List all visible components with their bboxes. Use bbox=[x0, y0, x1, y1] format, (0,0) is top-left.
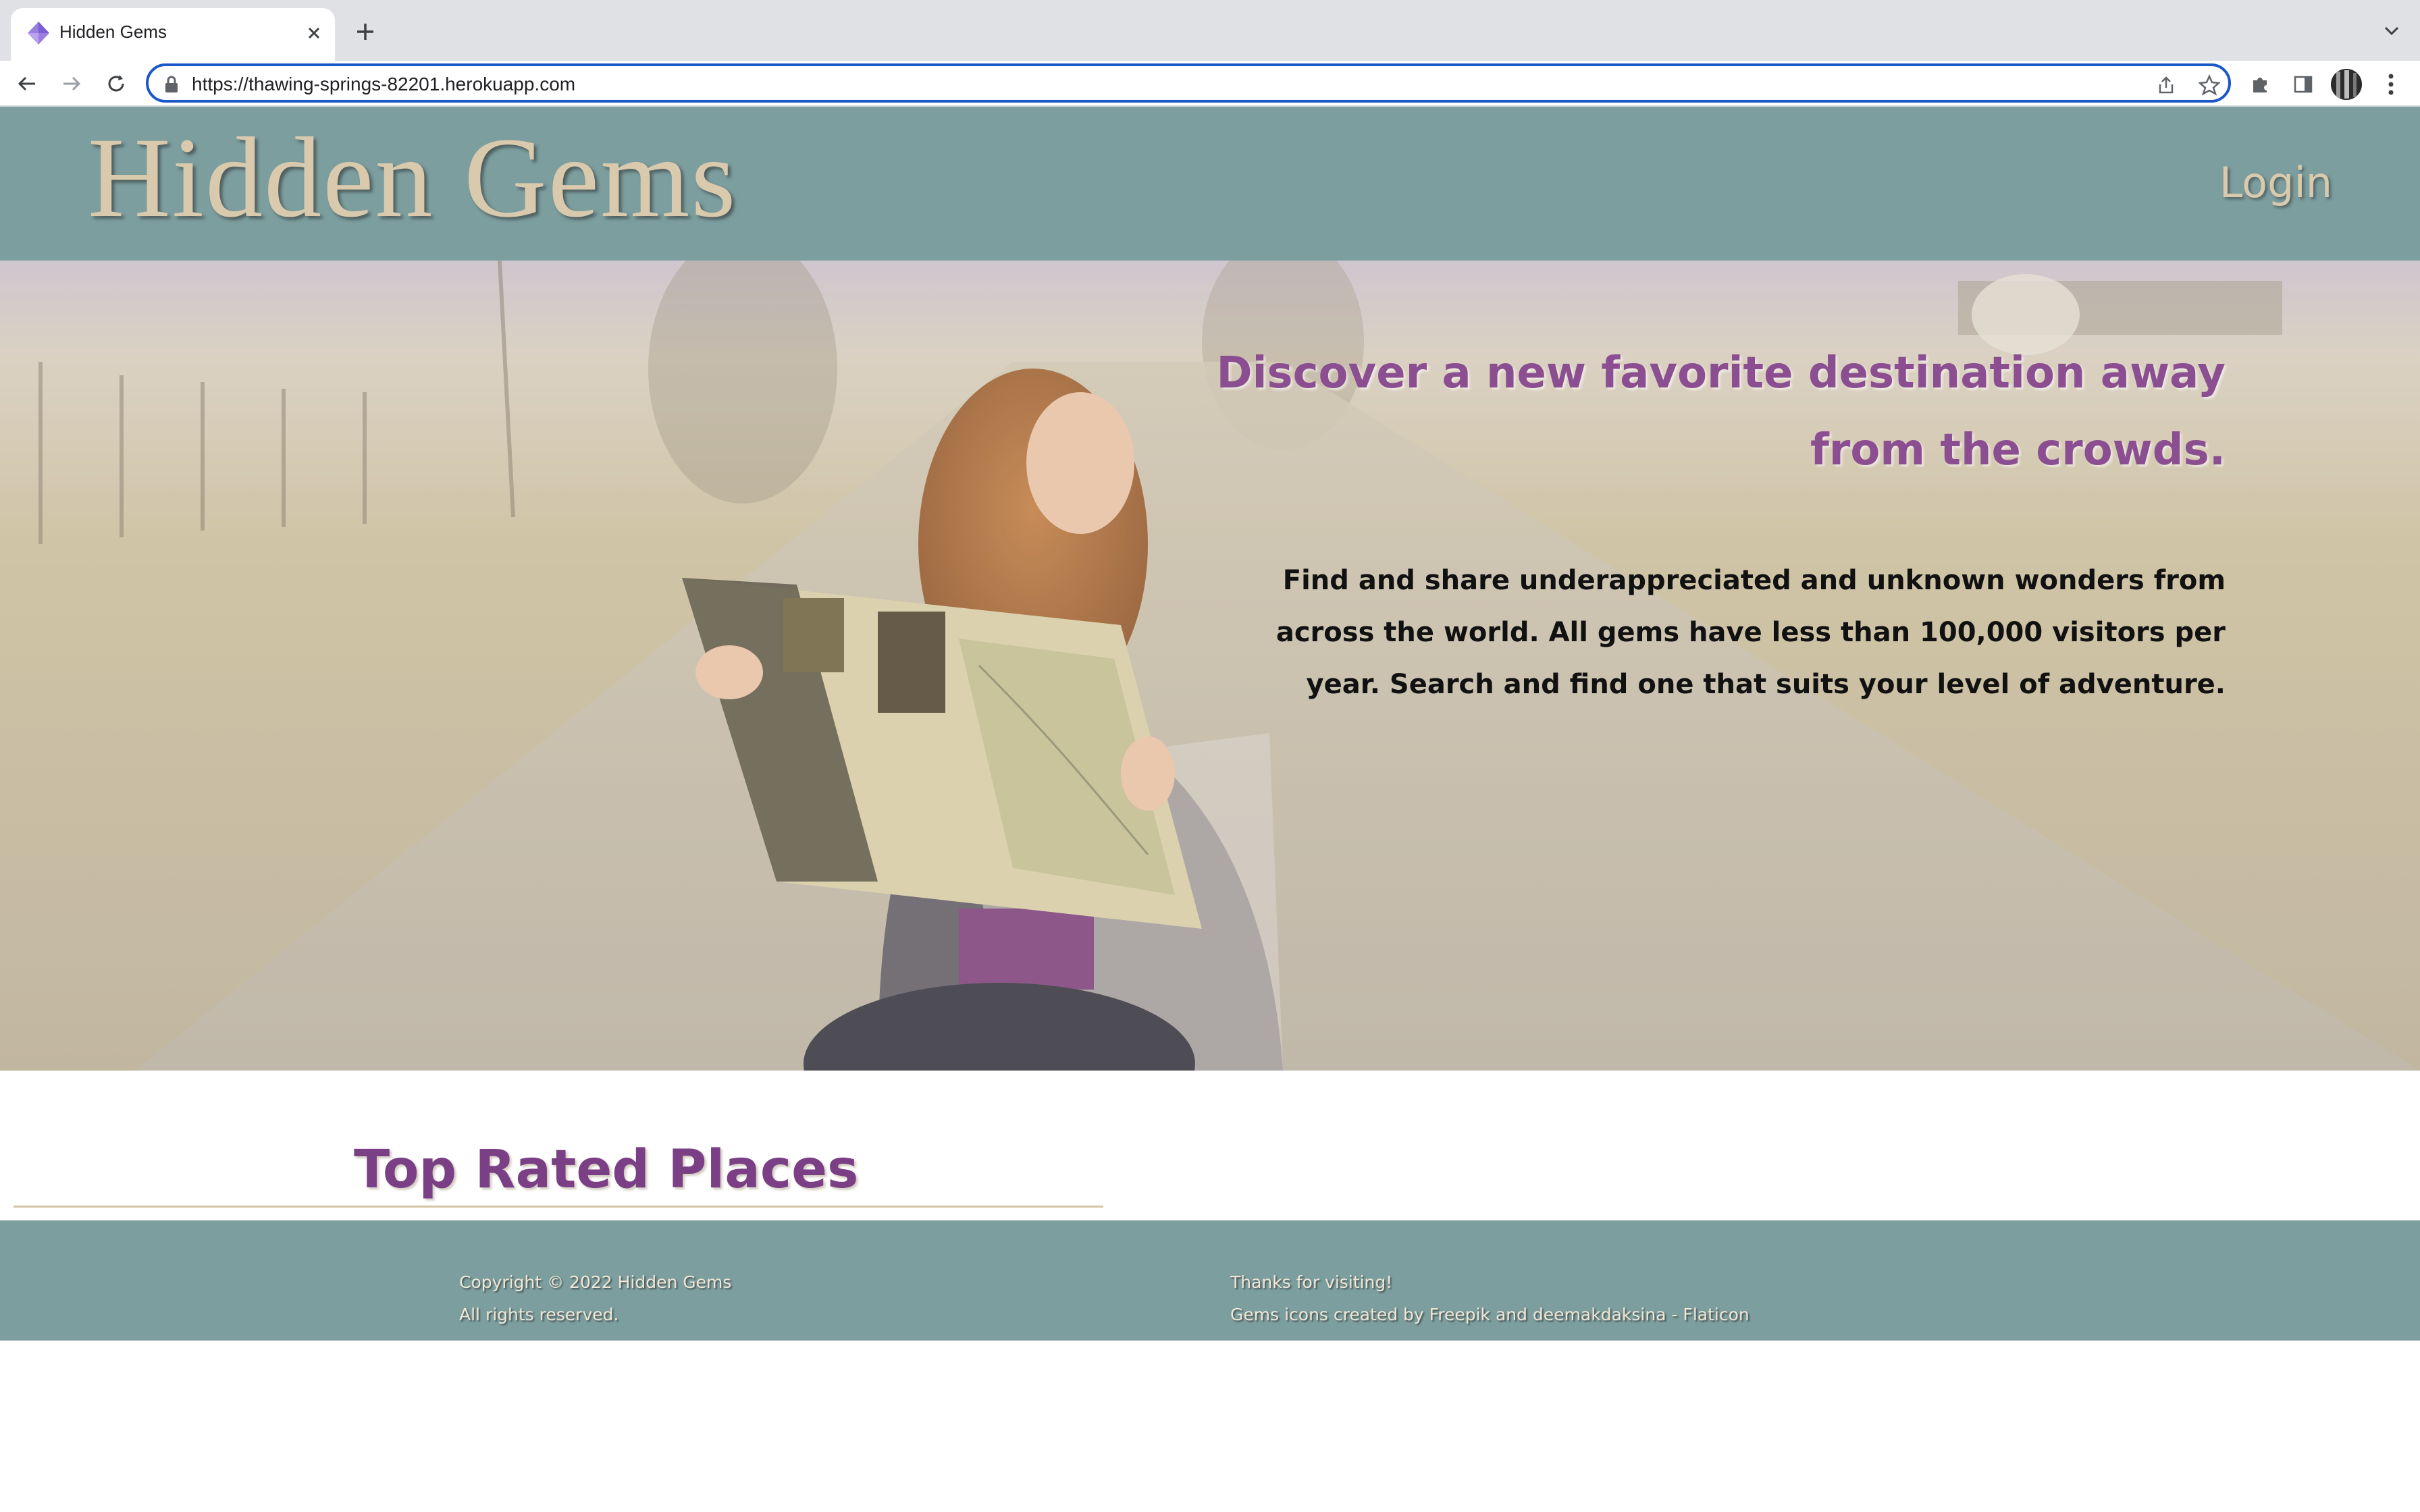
tab-title: Hidden Gems bbox=[59, 22, 167, 42]
footer-copyright-block: Copyright © 2022 Hidden Gems All rights … bbox=[459, 1266, 731, 1331]
puzzle-icon[interactable] bbox=[2246, 70, 2274, 99]
chevron-down-icon[interactable] bbox=[2379, 19, 2404, 43]
footer-credits-block: Thanks for visiting! Gems icons created … bbox=[1230, 1266, 1750, 1331]
star-icon[interactable] bbox=[2197, 73, 2221, 97]
gem-favicon-icon bbox=[26, 20, 51, 46]
hero-heading: Discover a new favorite destination away… bbox=[1216, 348, 2226, 475]
close-icon[interactable] bbox=[302, 22, 325, 45]
lock-icon[interactable] bbox=[163, 75, 180, 94]
avatar[interactable] bbox=[2331, 69, 2362, 100]
hero-banner: Discover a new favorite destination away… bbox=[0, 261, 2420, 1071]
site-title[interactable]: Hidden Gems bbox=[88, 120, 737, 235]
address-bar[interactable]: https://thawing-springs-82201.herokuapp.… bbox=[146, 63, 2231, 103]
kebab-menu-icon[interactable] bbox=[2377, 70, 2405, 99]
footer-copyright: Copyright © 2022 Hidden Gems bbox=[459, 1272, 732, 1292]
share-icon[interactable] bbox=[2154, 73, 2178, 97]
login-link[interactable]: Login bbox=[2219, 158, 2332, 207]
site-footer: Copyright © 2022 Hidden Gems All rights … bbox=[0, 1220, 2420, 1341]
browser-tab[interactable]: Hidden Gems bbox=[11, 8, 335, 61]
tab-strip: Hidden Gems bbox=[0, 0, 2420, 61]
site-header: Hidden Gems Login bbox=[0, 107, 2420, 261]
hero-description: Find and share underappreciated and unkn… bbox=[1275, 565, 2226, 700]
web-page: Hidden Gems Login Discover a new favorit… bbox=[0, 107, 2420, 1512]
reload-icon[interactable] bbox=[103, 70, 130, 97]
side-panel-icon[interactable] bbox=[2289, 70, 2317, 99]
section-title-top-rated: Top Rated Places bbox=[354, 1139, 859, 1200]
footer-thanks: Thanks for visiting! bbox=[1230, 1272, 1393, 1292]
forward-arrow-icon[interactable] bbox=[58, 70, 85, 97]
section-divider bbox=[14, 1206, 1103, 1208]
plus-icon[interactable] bbox=[352, 19, 378, 45]
url-text[interactable]: https://thawing-springs-82201.herokuapp.… bbox=[192, 74, 575, 95]
back-arrow-icon[interactable] bbox=[14, 70, 41, 97]
browser-toolbar: https://thawing-springs-82201.herokuapp.… bbox=[0, 61, 2420, 107]
footer-rights: All rights reserved. bbox=[459, 1305, 619, 1324]
footer-credits[interactable]: Gems icons created by Freepik and deemak… bbox=[1230, 1299, 1750, 1331]
